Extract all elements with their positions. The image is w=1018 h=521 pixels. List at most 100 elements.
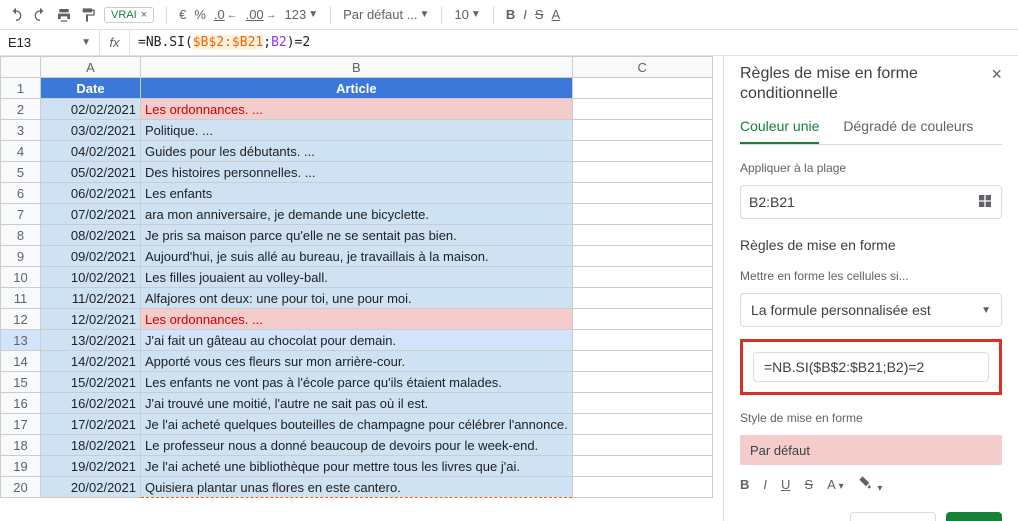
- date-cell[interactable]: 09/02/2021: [41, 246, 141, 267]
- cell[interactable]: [572, 120, 712, 141]
- row-header[interactable]: 1: [1, 78, 41, 99]
- article-cell[interactable]: Aujourd'hui, je suis allé au bureau, je …: [141, 246, 573, 267]
- paint-format-icon[interactable]: [80, 7, 96, 23]
- row-header[interactable]: 10: [1, 267, 41, 288]
- cell[interactable]: [572, 246, 712, 267]
- number-format-menu[interactable]: 123 ▼: [285, 7, 319, 22]
- row-header[interactable]: 18: [1, 435, 41, 456]
- date-cell[interactable]: 02/02/2021: [41, 99, 141, 120]
- decrease-decimals[interactable]: .0←: [214, 7, 238, 22]
- date-cell[interactable]: 05/02/2021: [41, 162, 141, 183]
- date-cell[interactable]: 13/02/2021: [41, 330, 141, 351]
- redo-icon[interactable]: [32, 7, 48, 23]
- article-cell[interactable]: Politique. ...: [141, 120, 573, 141]
- article-cell[interactable]: Guides pour les débutants. ...: [141, 141, 573, 162]
- rule-type-select[interactable]: La formule personnalisée est ▼: [740, 293, 1002, 327]
- close-icon[interactable]: ×: [991, 64, 1002, 85]
- col-header-C[interactable]: C: [572, 57, 712, 78]
- grid-icon[interactable]: [977, 193, 993, 212]
- row-header[interactable]: 5: [1, 162, 41, 183]
- text-color-button[interactable]: A ▾: [827, 477, 844, 492]
- row-header[interactable]: 15: [1, 372, 41, 393]
- style-preview[interactable]: Par défaut: [740, 435, 1002, 465]
- header-article[interactable]: Article: [141, 78, 573, 99]
- date-cell[interactable]: 18/02/2021: [41, 435, 141, 456]
- row-header[interactable]: 20: [1, 477, 41, 498]
- cell[interactable]: [572, 393, 712, 414]
- underline-button[interactable]: U: [781, 477, 790, 492]
- tab-single-color[interactable]: Couleur unie: [740, 118, 819, 144]
- article-cell[interactable]: Les enfants: [141, 183, 573, 204]
- increase-decimals[interactable]: .00→: [246, 7, 277, 22]
- italic-button[interactable]: I: [763, 477, 767, 492]
- bold-button[interactable]: B: [740, 477, 749, 492]
- undo-icon[interactable]: [8, 7, 24, 23]
- fill-color-button[interactable]: ▾: [858, 475, 883, 494]
- tab-gradient[interactable]: Dégradé de couleurs: [843, 118, 973, 144]
- cell[interactable]: [572, 225, 712, 246]
- cell[interactable]: [572, 330, 712, 351]
- bold-button[interactable]: B: [506, 7, 515, 22]
- row-header[interactable]: 19: [1, 456, 41, 477]
- date-cell[interactable]: 20/02/2021: [41, 477, 141, 498]
- date-cell[interactable]: 19/02/2021: [41, 456, 141, 477]
- article-cell[interactable]: Je l'ai acheté une bibliothèque pour met…: [141, 456, 573, 477]
- date-cell[interactable]: 10/02/2021: [41, 267, 141, 288]
- date-cell[interactable]: 14/02/2021: [41, 351, 141, 372]
- range-input[interactable]: B2:B21: [740, 185, 1002, 219]
- cell[interactable]: [572, 78, 712, 99]
- article-cell[interactable]: Je l'ai acheté quelques bouteilles de ch…: [141, 414, 573, 435]
- row-header[interactable]: 4: [1, 141, 41, 162]
- date-cell[interactable]: 16/02/2021: [41, 393, 141, 414]
- font-family-select[interactable]: Par défaut ... ▼: [343, 7, 429, 22]
- article-cell[interactable]: ara mon anniversaire, je demande une bic…: [141, 204, 573, 225]
- cell[interactable]: [572, 99, 712, 120]
- article-cell[interactable]: Des histoires personnelles. ...: [141, 162, 573, 183]
- date-cell[interactable]: 06/02/2021: [41, 183, 141, 204]
- name-box[interactable]: E13 ▼: [0, 30, 100, 55]
- row-header[interactable]: 14: [1, 351, 41, 372]
- date-cell[interactable]: 04/02/2021: [41, 141, 141, 162]
- cell[interactable]: [572, 267, 712, 288]
- date-cell[interactable]: 12/02/2021: [41, 309, 141, 330]
- strike-button[interactable]: S: [804, 477, 813, 492]
- strike-button[interactable]: S: [535, 7, 544, 22]
- ok-button[interactable]: OK: [946, 512, 1002, 521]
- article-cell[interactable]: J'ai trouvé une moitié, l'autre ne sait …: [141, 393, 573, 414]
- col-header-B[interactable]: B: [141, 57, 573, 78]
- row-header[interactable]: 13: [1, 330, 41, 351]
- row-header[interactable]: 8: [1, 225, 41, 246]
- row-header[interactable]: 7: [1, 204, 41, 225]
- row-header[interactable]: 16: [1, 393, 41, 414]
- article-cell[interactable]: Je pris sa maison parce qu'elle ne se se…: [141, 225, 573, 246]
- cancel-button[interactable]: Annuler: [850, 512, 936, 521]
- formula-input[interactable]: =NB.SI($B$2:$B21;B2)=2: [130, 35, 1018, 50]
- article-cell[interactable]: Le professeur nous a donné beaucoup de d…: [141, 435, 573, 456]
- col-header-A[interactable]: A: [41, 57, 141, 78]
- text-color-button[interactable]: A: [552, 7, 561, 22]
- article-cell[interactable]: J'ai fait un gâteau au chocolat pour dem…: [141, 330, 573, 351]
- article-cell[interactable]: Quisiera plantar unas flores en este can…: [141, 477, 573, 498]
- cell[interactable]: [572, 477, 712, 498]
- cell[interactable]: [572, 288, 712, 309]
- article-cell[interactable]: Les filles jouaient au volley-ball.: [141, 267, 573, 288]
- row-header[interactable]: 9: [1, 246, 41, 267]
- cell[interactable]: [572, 309, 712, 330]
- custom-formula-input[interactable]: =NB.SI($B$2:$B21;B2)=2: [753, 352, 989, 382]
- row-header[interactable]: 6: [1, 183, 41, 204]
- article-cell[interactable]: Les ordonnances. ...: [141, 99, 573, 120]
- spreadsheet-grid[interactable]: A B C 1 Date Article 202/02/2021Les ordo…: [0, 56, 723, 521]
- row-header[interactable]: 2: [1, 99, 41, 120]
- italic-button[interactable]: I: [523, 7, 527, 22]
- cell[interactable]: [572, 141, 712, 162]
- article-cell[interactable]: Alfajores ont deux: une pour toi, une po…: [141, 288, 573, 309]
- date-cell[interactable]: 08/02/2021: [41, 225, 141, 246]
- cell[interactable]: [572, 372, 712, 393]
- header-date[interactable]: Date: [41, 78, 141, 99]
- cell[interactable]: [572, 204, 712, 225]
- date-cell[interactable]: 07/02/2021: [41, 204, 141, 225]
- percent-format[interactable]: %: [194, 7, 206, 22]
- row-header[interactable]: 3: [1, 120, 41, 141]
- date-cell[interactable]: 03/02/2021: [41, 120, 141, 141]
- article-cell[interactable]: Les ordonnances. ...: [141, 309, 573, 330]
